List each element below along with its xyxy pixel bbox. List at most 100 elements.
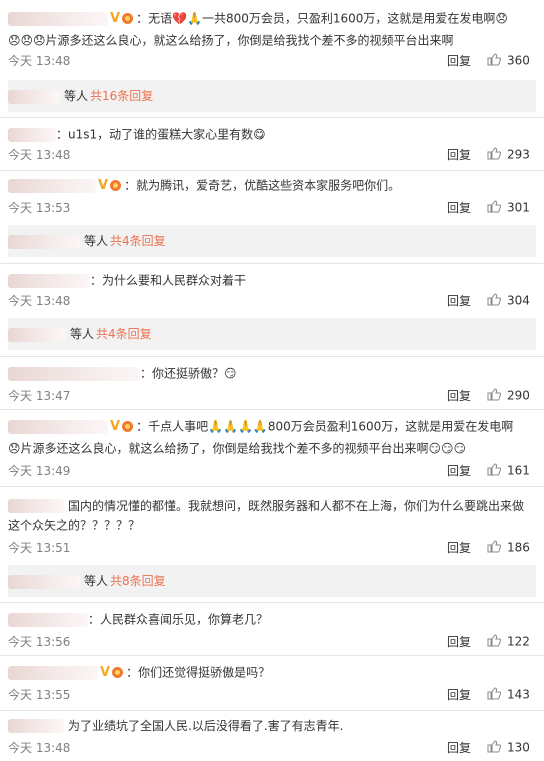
like-button[interactable]: 186 xyxy=(487,540,530,555)
username-blurred[interactable] xyxy=(8,498,64,513)
reply-button[interactable]: 回复 xyxy=(447,464,471,478)
sub-replies-link[interactable]: 共16条回复 xyxy=(90,89,153,103)
like-button[interactable]: 304 xyxy=(487,293,530,308)
like-count: 143 xyxy=(507,687,530,702)
comment-item: ：u1s1，动了谁的蛋糕大家心里有数😋 今天 13:48 回复 293 xyxy=(0,118,544,174)
comment-text-line: 😞😞😞片源多还这么良心，就这么给扬了，你倒是给我找个差不多的视频平台出来啊 xyxy=(8,32,536,49)
username-blurred[interactable] xyxy=(8,234,80,249)
like-button[interactable]: 293 xyxy=(487,147,530,162)
username-blurred[interactable] xyxy=(8,574,80,589)
medal-icon xyxy=(111,666,126,679)
sub-replies-link[interactable]: 共4条回复 xyxy=(110,234,166,248)
reply-button[interactable]: 回复 xyxy=(447,688,471,702)
verified-v-icon: V xyxy=(110,418,121,434)
etc-label: 等人 xyxy=(84,234,109,248)
thumbs-up-icon xyxy=(487,740,501,753)
comment-item: V ：你们还觉得挺骄傲是吗？ 今天 13:55 回复 143 xyxy=(0,656,544,710)
comment-text-line: V ：你们还觉得挺骄傲是吗？ xyxy=(8,664,536,681)
username-blurred[interactable] xyxy=(8,665,98,680)
comment-text: 国内的情况懂的都懂。我就想问，既然服务器和人都不在上海，你们为什么要跳出来做 xyxy=(68,498,525,513)
sub-replies-link[interactable]: 共8条回复 xyxy=(110,574,166,588)
comment-time: 今天 13:48 xyxy=(8,54,71,68)
comment-item: ：为什么要和人民群众对着干 今天 13:48 回复 304 xyxy=(0,264,544,316)
sub-replies-summary: 等人 共4条回复 xyxy=(8,327,152,342)
thumbs-up-icon xyxy=(487,687,501,700)
like-button[interactable]: 122 xyxy=(487,634,530,649)
comment-text: 为了业绩坑了全国人民.以后没得看了.害了有志青年. xyxy=(68,718,344,733)
comment-text: 😞😞😞片源多还这么良心，就这么给扬了，你倒是给我找个差不多的视频平台出来啊 xyxy=(8,33,454,48)
comment-time: 今天 13:48 xyxy=(8,741,71,755)
username-blurred[interactable] xyxy=(8,419,108,434)
comment-text-line: V ：无语💔🙏一共800万会员，只盈利1600万，这就是用爱在发电啊😞 xyxy=(8,10,536,27)
etc-label: 等人 xyxy=(64,89,89,103)
comment-text: ：无语💔🙏一共800万会员，只盈利1600万，这就是用爱在发电啊😞 xyxy=(136,11,508,26)
like-count: 130 xyxy=(507,740,530,755)
like-count: 293 xyxy=(507,147,530,162)
username-blurred[interactable] xyxy=(8,366,140,381)
comment-text: ：u1s1，动了谁的蛋糕大家心里有数😋 xyxy=(56,127,266,142)
comment-item: 为了业绩坑了全国人民.以后没得看了.害了有志青年. 今天 13:48 回复 13… xyxy=(0,711,544,761)
comment-text-line: ：u1s1，动了谁的蛋糕大家心里有数😋 xyxy=(8,126,536,143)
username-blurred[interactable] xyxy=(8,89,60,104)
username-blurred[interactable] xyxy=(8,327,66,342)
like-button[interactable]: 130 xyxy=(487,740,530,755)
like-button[interactable]: 161 xyxy=(487,463,530,478)
like-count: 304 xyxy=(507,293,530,308)
comment-text-line: V ：就为腾讯，爱奇艺，优酷这些资本家服务吧你们。 xyxy=(8,177,536,194)
comment-item: V ：千点人事吧🙏🙏🙏🙏800万会员盈利1600万，这就是用爱在发电啊 😞片源多还… xyxy=(0,410,544,486)
comment-text-line: ：为什么要和人民群众对着干 xyxy=(8,272,536,289)
comment-item: ：人民群众喜闻乐见，你算老几？ 今天 13:56 回复 122 xyxy=(0,603,544,655)
comment-text: ：就为腾讯，爱奇艺，优酷这些资本家服务吧你们。 xyxy=(124,178,401,193)
comment-time: 今天 13:48 xyxy=(8,294,71,308)
username-blurred[interactable] xyxy=(8,273,90,288)
thumbs-up-icon xyxy=(487,463,501,476)
like-count: 186 xyxy=(507,540,530,555)
reply-button[interactable]: 回复 xyxy=(447,741,471,755)
comment-text: ：你们还觉得挺骄傲是吗？ xyxy=(126,665,271,680)
username-blurred[interactable] xyxy=(8,178,96,193)
username-blurred[interactable] xyxy=(8,718,64,733)
thumbs-up-icon xyxy=(487,147,501,160)
thumbs-up-icon xyxy=(487,53,501,66)
comment-text: ：人民群众喜闻乐见，你算老几？ xyxy=(88,612,269,627)
comment-text-line: V ：千点人事吧🙏🙏🙏🙏800万会员盈利1600万，这就是用爱在发电啊 xyxy=(8,418,536,435)
reply-button[interactable]: 回复 xyxy=(447,148,471,162)
reply-button[interactable]: 回复 xyxy=(447,54,471,68)
username-blurred[interactable] xyxy=(8,11,108,26)
reply-button[interactable]: 回复 xyxy=(447,294,471,308)
thumbs-up-icon xyxy=(487,634,501,647)
reply-button[interactable]: 回复 xyxy=(447,201,471,215)
sub-replies-summary: 等人 共4条回复 xyxy=(8,234,166,249)
comment-time: 今天 13:48 xyxy=(8,148,71,162)
comment-text-line: 国内的情况懂的都懂。我就想问，既然服务器和人都不在上海，你们为什么要跳出来做 xyxy=(8,497,536,514)
sub-replies-bar[interactable]: 等人 共8条回复 xyxy=(8,565,536,597)
reply-button[interactable]: 回复 xyxy=(447,635,471,649)
sub-replies-summary: 等人 共8条回复 xyxy=(8,574,166,589)
like-button[interactable]: 301 xyxy=(487,200,530,215)
reply-button[interactable]: 回复 xyxy=(447,389,471,403)
username-blurred[interactable] xyxy=(8,127,56,142)
verified-v-icon: V xyxy=(110,10,121,26)
comment-text: ：你还挺骄傲？😏 xyxy=(140,366,237,381)
comment-text: ：为什么要和人民群众对着干 xyxy=(90,273,247,288)
comment-text-line: 😞片源多还这么良心，就这么给扬了，你倒是给我找个差不多的视频平台出来啊😏😏😏 xyxy=(8,440,536,457)
verified-v-icon: V xyxy=(100,664,111,680)
comment-item: V ：就为腾讯，爱奇艺，优酷这些资本家服务吧你们。 今天 13:53 回复 301 xyxy=(0,171,544,223)
like-count: 290 xyxy=(507,388,530,403)
verified-v-icon: V xyxy=(98,177,109,193)
comment-text-line: ：你还挺骄傲？😏 xyxy=(8,365,536,382)
like-button[interactable]: 143 xyxy=(487,687,530,702)
reply-button[interactable]: 回复 xyxy=(447,541,471,555)
etc-label: 等人 xyxy=(70,327,95,341)
sub-replies-link[interactable]: 共4条回复 xyxy=(96,327,152,341)
like-button[interactable]: 360 xyxy=(487,53,530,68)
thumbs-up-icon xyxy=(487,540,501,553)
comment-time: 今天 13:51 xyxy=(8,541,71,555)
username-blurred[interactable] xyxy=(8,612,88,627)
comment-text: ：千点人事吧🙏🙏🙏🙏800万会员盈利1600万，这就是用爱在发电啊 xyxy=(136,419,514,434)
sub-replies-bar[interactable]: 等人 共4条回复 xyxy=(8,318,536,350)
sub-replies-bar[interactable]: 等人 共4条回复 xyxy=(8,225,536,257)
sub-replies-bar[interactable]: 等人 共16条回复 xyxy=(8,80,536,112)
thumbs-up-icon xyxy=(487,293,501,306)
like-button[interactable]: 290 xyxy=(487,388,530,403)
